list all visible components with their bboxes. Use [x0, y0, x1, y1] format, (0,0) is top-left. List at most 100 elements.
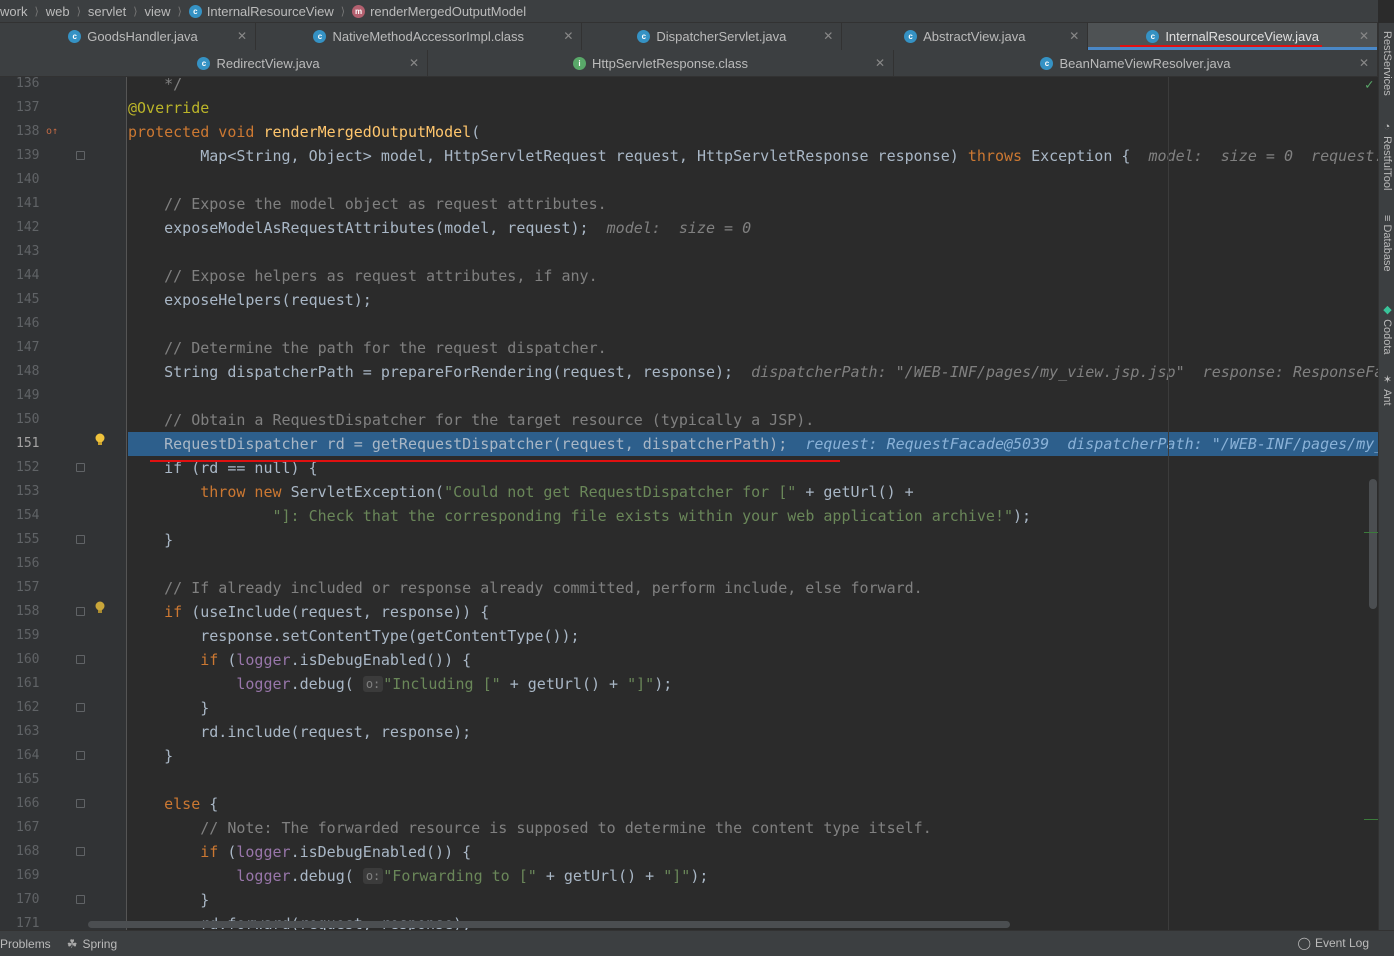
- tab-label: AbstractView.java: [923, 29, 1026, 44]
- fold-icon[interactable]: [76, 895, 85, 904]
- ant-icon: ✶: [1381, 373, 1393, 386]
- tool-label: Database: [1381, 224, 1393, 272]
- chevron-right-icon: ⟩: [76, 5, 81, 18]
- inspection-ok-icon[interactable]: ✓: [1365, 77, 1373, 93]
- close-icon[interactable]: ✕: [409, 56, 419, 70]
- method-icon: m: [352, 4, 366, 18]
- breadcrumb-item[interactable]: servlet: [88, 4, 126, 19]
- fold-icon[interactable]: [76, 655, 85, 664]
- breadcrumb-item[interactable]: work: [0, 4, 27, 19]
- right-tool-window-bar: RestServices ◔ RestfulTool ≡ Database ◆ …: [1378, 23, 1394, 933]
- tab-nativemethodaccessorimpl[interactable]: c NativeMethodAccessorImpl.class ✕: [256, 23, 583, 50]
- breadcrumb-item[interactable]: web: [46, 4, 70, 19]
- tab-dispatcherservlet[interactable]: c DispatcherServlet.java ✕: [582, 23, 843, 50]
- line-number: 163: [16, 724, 40, 739]
- close-icon[interactable]: ✕: [237, 29, 247, 43]
- inline-debug-value: request: RequestFacade@5039 dispatcherPa…: [805, 435, 1378, 453]
- tab-label: NativeMethodAccessorImpl.class: [332, 29, 524, 44]
- change-marker[interactable]: [1364, 532, 1378, 533]
- breadcrumb-method[interactable]: m renderMergedOutputModel: [352, 4, 526, 19]
- line-number: 143: [16, 244, 40, 259]
- line-number: 136: [16, 76, 40, 91]
- code-line: exposeModelAsRequestAttributes(model, re…: [164, 219, 752, 237]
- fold-icon[interactable]: [76, 703, 85, 712]
- close-icon[interactable]: ✕: [1359, 29, 1369, 43]
- tool-restservices[interactable]: RestServices: [1381, 31, 1393, 96]
- close-icon[interactable]: ✕: [1069, 29, 1079, 43]
- line-number-gutter[interactable]: 136 137 138 139 140 141 142 143 144 145 …: [0, 76, 127, 931]
- line-number: 166: [16, 796, 40, 811]
- fold-icon[interactable]: [76, 751, 85, 760]
- code-line: }: [164, 531, 174, 549]
- tab-label: GoodsHandler.java: [87, 29, 198, 44]
- line-number: 153: [16, 484, 40, 499]
- line-number: 141: [16, 196, 40, 211]
- code-editor[interactable]: */ @Override protected void renderMerged…: [128, 77, 1378, 930]
- line-number: 137: [16, 100, 40, 115]
- line-number: 154: [16, 508, 40, 523]
- annotation-underline: [1120, 45, 1322, 47]
- status-bar: Problems ☘ Spring ◯ Event Log: [0, 930, 1394, 956]
- lightbulb-icon[interactable]: [94, 601, 106, 615]
- line-number: 152: [16, 460, 40, 475]
- line-number: 146: [16, 316, 40, 331]
- fold-icon[interactable]: [76, 151, 85, 160]
- override-method-icon[interactable]: o↑: [46, 126, 60, 138]
- line-number: 168: [16, 844, 40, 859]
- chevron-right-icon: ⟩: [34, 5, 39, 18]
- spring-label: Spring: [82, 936, 118, 951]
- fold-icon[interactable]: [76, 535, 85, 544]
- code-line: protected void renderMergedOutputModel(: [128, 123, 481, 141]
- breadcrumb-class[interactable]: c InternalResourceView: [188, 3, 334, 19]
- close-icon[interactable]: ✕: [823, 29, 833, 43]
- lightbulb-icon[interactable]: [94, 433, 106, 447]
- vertical-scrollbar[interactable]: [1369, 479, 1377, 609]
- java-class-icon: c: [1040, 56, 1054, 70]
- tab-goodshandler[interactable]: c GoodsHandler.java ✕: [11, 23, 257, 50]
- close-icon[interactable]: ✕: [1359, 56, 1369, 70]
- tool-ant[interactable]: ✶ Ant: [1381, 373, 1394, 406]
- code-line: */: [164, 77, 183, 93]
- java-class-icon: c: [197, 56, 211, 70]
- tab-beannameviewresolver[interactable]: c BeanNameViewResolver.java ✕: [894, 50, 1378, 76]
- spring-tool-button[interactable]: ☘ Spring: [67, 937, 117, 951]
- code-line: // Expose the model object as request at…: [164, 195, 607, 213]
- tab-label: RedirectView.java: [216, 55, 320, 71]
- horizontal-scrollbar[interactable]: [88, 921, 1010, 928]
- codota-icon: ◆: [1381, 303, 1393, 316]
- class-icon: c: [188, 4, 202, 18]
- fold-icon[interactable]: [76, 607, 85, 616]
- tool-restfultool[interactable]: ◔ RestfulTool: [1381, 121, 1393, 190]
- tab-label: DispatcherServlet.java: [656, 29, 787, 44]
- tab-abstractview[interactable]: c AbstractView.java ✕: [842, 23, 1089, 50]
- line-number-current: 151: [16, 436, 40, 451]
- tool-codota[interactable]: ◆ Codota: [1381, 303, 1394, 355]
- tab-httpservletresponse[interactable]: i HttpServletResponse.class ✕: [428, 50, 894, 76]
- code-line: if (logger.isDebugEnabled()) {: [200, 651, 472, 669]
- tab-redirectview[interactable]: c RedirectView.java ✕: [90, 50, 428, 76]
- breadcrumb-item[interactable]: view: [145, 4, 171, 19]
- breadcrumb-class-label: InternalResourceView: [206, 3, 334, 19]
- line-number: 148: [16, 364, 40, 379]
- line-number: 161: [16, 676, 40, 691]
- inline-debug-value: model: size = 0 request:: [1148, 147, 1379, 165]
- java-class-icon: c: [1146, 30, 1160, 43]
- close-icon[interactable]: ✕: [563, 29, 573, 43]
- fold-icon[interactable]: [76, 847, 85, 856]
- tab-label: InternalResourceView.java: [1165, 29, 1319, 44]
- change-marker[interactable]: [1364, 819, 1378, 820]
- problems-tool-button[interactable]: Problems: [0, 937, 51, 951]
- code-line: response.setContentType(getContentType()…: [200, 627, 580, 645]
- chevron-right-icon: ⟩: [177, 5, 182, 18]
- close-icon[interactable]: ✕: [875, 56, 885, 70]
- line-number: 157: [16, 580, 40, 595]
- event-log-button[interactable]: ◯ Event Log: [1298, 936, 1369, 950]
- java-class-icon: c: [637, 30, 651, 43]
- fold-icon[interactable]: [76, 463, 85, 472]
- line-number: 142: [16, 220, 40, 235]
- tool-database[interactable]: ≡ Database: [1381, 215, 1393, 272]
- fold-icon[interactable]: [76, 799, 85, 808]
- chevron-right-icon: ⟩: [340, 5, 346, 18]
- code-line: @Override: [128, 99, 210, 117]
- java-class-icon: c: [68, 30, 82, 43]
